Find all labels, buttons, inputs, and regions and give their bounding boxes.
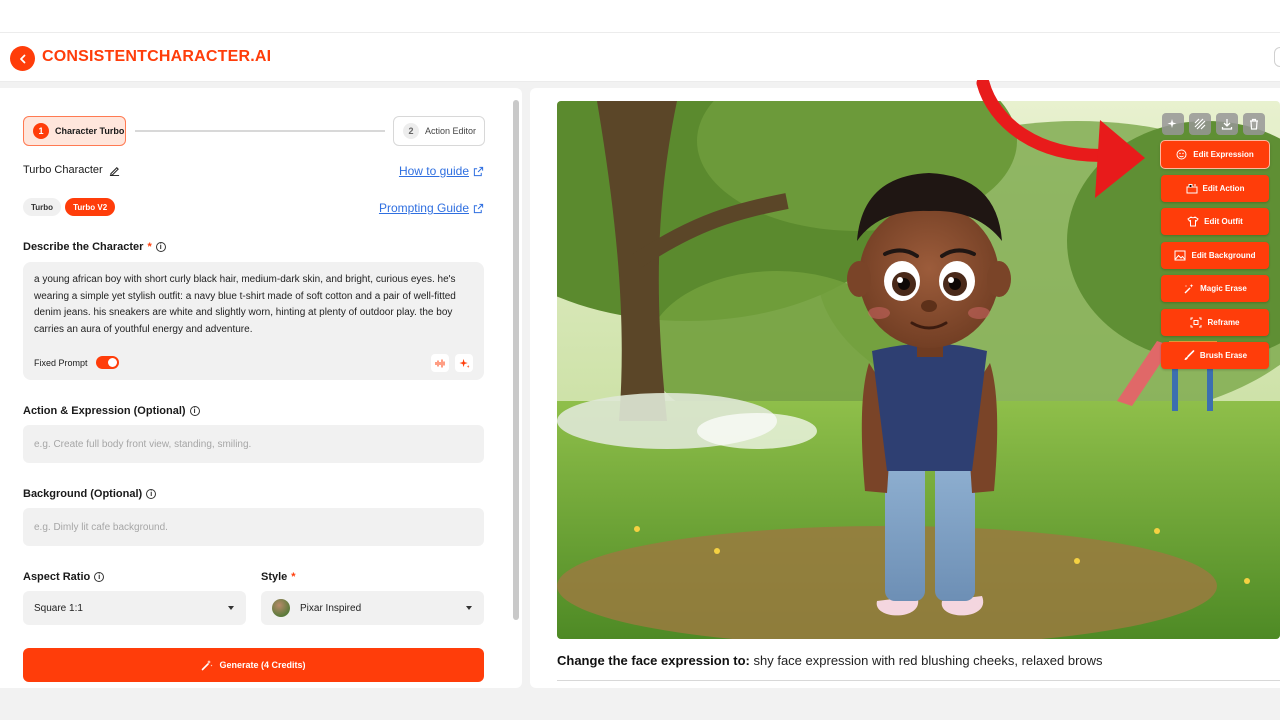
- step-character-turbo[interactable]: 1 Character Turbo: [23, 116, 126, 146]
- action-icon: [1186, 183, 1198, 193]
- aspect-ratio-label: Aspect Ratio i: [23, 571, 105, 583]
- step-number: 2: [403, 123, 419, 139]
- reframe-button[interactable]: Reframe: [1161, 308, 1269, 336]
- step-connector: [135, 130, 385, 132]
- caret-down-icon: [228, 606, 234, 610]
- edit-action-button[interactable]: Edit Action: [1161, 174, 1269, 202]
- shirt-icon: [1187, 216, 1199, 227]
- required-mark: *: [147, 241, 152, 253]
- external-link-icon: [473, 203, 484, 213]
- brush-erase-button[interactable]: Brush Erase: [1161, 342, 1269, 369]
- red-arrow-annotation: [976, 80, 1145, 198]
- edit-outfit-label: Edit Outfit: [1204, 217, 1243, 226]
- magic-erase-button[interactable]: Magic Erase: [1161, 275, 1269, 302]
- fixed-prompt-switch[interactable]: [95, 356, 119, 369]
- info-icon[interactable]: i: [146, 489, 157, 499]
- style-value: Pixar Inspired: [300, 602, 362, 614]
- magic-wand-icon: [1184, 284, 1194, 294]
- describe-label: Describe the Character * i: [23, 241, 166, 253]
- fixed-prompt-row: Fixed Prompt: [34, 356, 119, 369]
- magic-wand-icon: [202, 660, 213, 671]
- reframe-label: Reframe: [1207, 317, 1240, 327]
- external-link-icon: [473, 166, 484, 176]
- stepper: 1 Character Turbo 2 Action Editor: [23, 116, 485, 146]
- caption-text: shy face expression with red blushing ch…: [749, 653, 1103, 668]
- how-to-guide-text: How to guide: [398, 164, 469, 178]
- pencil-icon[interactable]: [109, 165, 120, 176]
- info-icon[interactable]: i: [155, 242, 166, 252]
- reframe-icon: [1190, 317, 1202, 327]
- voice-input-icon[interactable]: [431, 354, 449, 372]
- describe-text[interactable]: a young african boy with short curly bla…: [34, 272, 473, 338]
- step-label: Character Turbo: [55, 126, 125, 136]
- style-label-text: Style: [261, 571, 288, 583]
- trash-icon[interactable]: [1243, 113, 1265, 135]
- back-button[interactable]: [10, 46, 35, 71]
- magic-erase-label: Magic Erase: [1200, 284, 1247, 293]
- edit-background-label: Edit Background: [1191, 250, 1256, 260]
- background-label: Background (Optional) i: [23, 488, 157, 500]
- image-icon: [1174, 250, 1186, 260]
- edit-expression-button[interactable]: Edit Expression: [1161, 141, 1269, 168]
- model-toggle: Turbo Turbo V2: [23, 198, 116, 216]
- image-toolbar: [1162, 113, 1265, 135]
- style-thumbnail: [272, 599, 290, 617]
- edit-caption: Change the face expression to: shy face …: [557, 653, 1103, 668]
- step-action-editor[interactable]: 2 Action Editor: [393, 116, 485, 146]
- sparkle-icon[interactable]: [1162, 113, 1184, 135]
- required-mark: *: [291, 571, 296, 583]
- background-label-text: Background (Optional): [23, 488, 143, 500]
- info-icon[interactable]: i: [189, 406, 200, 416]
- download-icon[interactable]: [1216, 113, 1238, 135]
- aspect-ratio-value: Square 1:1: [34, 602, 83, 614]
- edit-expression-label: Edit Expression: [1193, 150, 1254, 159]
- brand-logo[interactable]: CONSISTENTCHARACTER.AI: [42, 48, 271, 66]
- turbo-title-text: Turbo Character: [23, 164, 103, 176]
- sparkle-icon[interactable]: [455, 354, 473, 372]
- chevron-left-icon: [19, 54, 25, 63]
- brush-erase-label: Brush Erase: [1199, 351, 1248, 360]
- describe-tools: [431, 354, 473, 372]
- action-label: Action & Expression (Optional) i: [23, 405, 200, 417]
- left-scrollbar[interactable]: [513, 100, 519, 620]
- edit-background-button[interactable]: Edit Background: [1161, 241, 1269, 269]
- caption-divider: [557, 680, 1280, 681]
- caption-prefix: Change the face expression to:: [557, 653, 750, 668]
- app-header: CONSISTENTCHARACTER.AI: [0, 32, 1280, 82]
- header-edge-control[interactable]: [1274, 47, 1280, 67]
- prompting-guide-text: Prompting Guide: [378, 201, 469, 215]
- pattern-icon[interactable]: [1189, 113, 1211, 135]
- describe-textarea[interactable]: a young african boy with short curly bla…: [23, 262, 484, 380]
- edit-outfit-button[interactable]: Edit Outfit: [1161, 208, 1269, 235]
- step-label: Action Editor: [425, 126, 477, 136]
- background-input[interactable]: e.g. Dimly lit cafe background.: [23, 508, 484, 546]
- fixed-prompt-label: Fixed Prompt: [34, 357, 88, 368]
- step-number: 1: [33, 123, 49, 139]
- style-label: Style *: [261, 571, 296, 583]
- info-icon[interactable]: i: [94, 572, 105, 582]
- style-select[interactable]: Pixar Inspired: [261, 591, 484, 625]
- how-to-guide-link[interactable]: How to guide: [399, 164, 484, 178]
- face-edit-icon: [1176, 149, 1187, 160]
- turbo-character-title: Turbo Character: [23, 164, 120, 176]
- generate-button[interactable]: Generate (4 Credits): [23, 648, 484, 682]
- aspect-label-text: Aspect Ratio: [23, 571, 91, 583]
- aspect-ratio-select[interactable]: Square 1:1: [23, 591, 246, 625]
- prompting-guide-link[interactable]: Prompting Guide: [379, 201, 484, 215]
- action-label-text: Action & Expression (Optional): [23, 405, 186, 417]
- mode-turbo-v2[interactable]: Turbo V2: [65, 198, 116, 216]
- edit-action-label: Edit Action: [1202, 183, 1245, 193]
- describe-label-text: Describe the Character: [23, 241, 144, 253]
- top-strip: [0, 0, 1280, 32]
- action-input[interactable]: e.g. Create full body front view, standi…: [23, 425, 484, 463]
- mode-turbo[interactable]: Turbo: [23, 198, 62, 216]
- brush-icon: [1184, 350, 1195, 360]
- caret-down-icon: [466, 606, 472, 610]
- generate-label: Generate (4 Credits): [219, 660, 306, 670]
- edit-menu: Edit Expression Edit Action Edit Outfit …: [1161, 141, 1269, 376]
